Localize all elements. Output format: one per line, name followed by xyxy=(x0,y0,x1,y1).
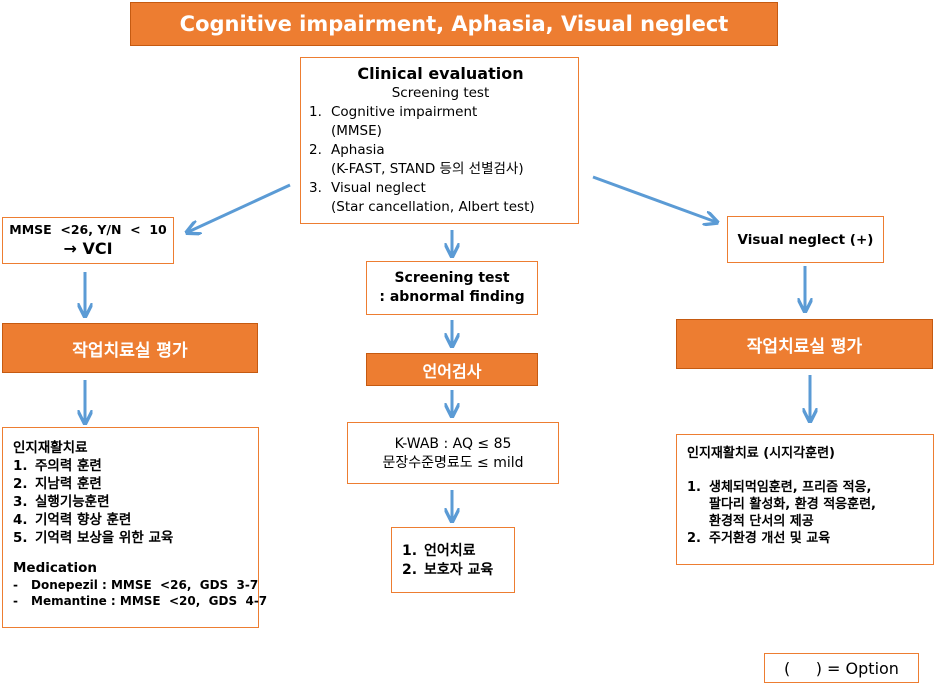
evaluation-item-2: 2. Aphasia (K-FAST, STAND 등의 선별검사) xyxy=(309,142,524,177)
screening-test-subheading: Screening test xyxy=(391,85,490,101)
visual-therapy-item: 2. 주거환경 개선 및 교육 xyxy=(687,531,831,546)
cognitive-rehab-right-box: 인지재활치료 (시지각훈련) 1. 생체되먹임훈련, 프리즘 적응, 팔다리 활성… xyxy=(676,434,934,565)
medication-item: - Donepezil : MMSE <26, GDS 3-7 xyxy=(13,578,259,592)
treatment-item: 2. 보호자 교육 xyxy=(402,562,494,578)
ot-evaluation-left: 작업치료실 평가 xyxy=(2,323,258,373)
treatment-item: 1. 언어치료 xyxy=(402,543,476,559)
vci-criteria-box: MMSE <26, Y/N < 10 → VCI xyxy=(2,217,174,264)
visual-therapy-item: 1. 생체되먹임훈련, 프리즘 적응, 팔다리 활성화, 환경 적응훈련, 환경적… xyxy=(687,480,876,529)
arrow-eval-to-visual-neglect xyxy=(592,175,716,222)
screening-abnormal-box: Screening test : abnormal finding xyxy=(366,261,538,315)
therapy-item: 5. 기억력 보상을 위한 교육 xyxy=(13,530,174,546)
therapy-item: 2. 지남력 훈련 xyxy=(13,476,102,492)
title-box: Cognitive impairment, Aphasia, Visual ne… xyxy=(130,2,778,46)
arrow-eval-to-vci xyxy=(188,183,291,232)
medication-heading: Medication xyxy=(13,560,97,576)
language-test-box: 언어검사 xyxy=(366,353,538,386)
evaluation-item-1: 1. Cognitive impairment (MMSE) xyxy=(309,104,478,139)
vci-criteria-line1: MMSE <26, Y/N < 10 xyxy=(9,222,167,237)
kwab-criteria-box: K-WAB : AQ ≤ 85 문장수준명료도 ≤ mild xyxy=(347,422,559,484)
cognitive-rehab-left-box: 인지재활치료 1. 주의력 훈련 2. 지남력 훈련 3. 실행기능훈련 4. 기억력 … xyxy=(2,427,268,628)
clinical-evaluation-box: Clinical evaluation Screening test 1. Cog… xyxy=(300,57,579,224)
evaluation-item-3: 3. Visual neglect (Star cancellation, Alb… xyxy=(309,180,535,215)
vci-criteria-line2: → VCI xyxy=(63,239,113,258)
ot-evaluation-right: 작업치료실 평가 xyxy=(676,319,933,369)
cognitive-rehab-heading: 인지재활치료 xyxy=(13,440,88,456)
language-treatment-box: 1. 언어치료 2. 보호자 교육 xyxy=(391,527,515,593)
title: Cognitive impairment, Aphasia, Visual ne… xyxy=(179,12,729,36)
medication-item: - Memantine : MMSE <20, GDS 4-7 xyxy=(13,594,268,608)
visual-rehab-heading: 인지재활치료 (시지각훈련) xyxy=(687,446,835,461)
option-legend: ( ) = Option xyxy=(764,653,919,683)
visual-neglect-criteria-box: Visual neglect (+) xyxy=(727,216,884,263)
therapy-item: 1. 주의력 훈련 xyxy=(13,458,102,474)
therapy-item: 3. 실행기능훈련 xyxy=(13,494,110,510)
therapy-item: 4. 기억력 향상 훈련 xyxy=(13,512,132,528)
clinical-evaluation-heading: Clinical evaluation xyxy=(357,64,524,83)
